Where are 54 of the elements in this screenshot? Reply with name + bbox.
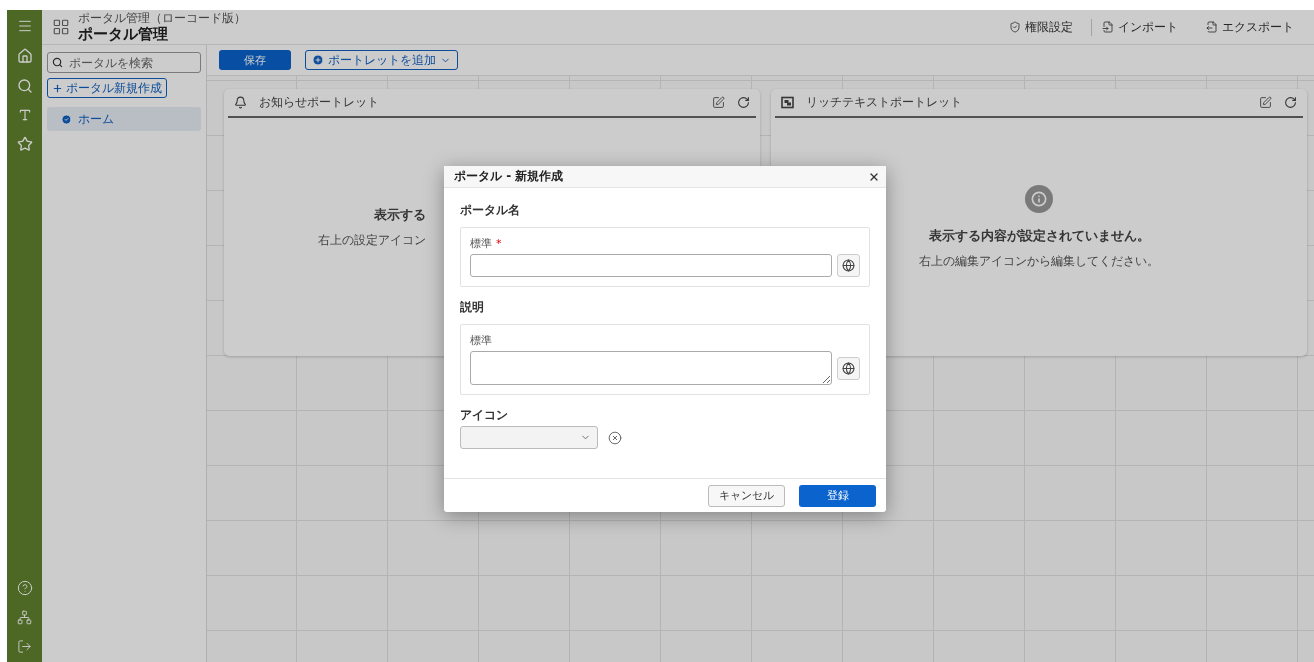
search-icon — [52, 57, 63, 68]
globe-icon — [842, 259, 855, 272]
shield-check-icon — [1009, 21, 1021, 33]
translate-button[interactable] — [837, 356, 860, 380]
input-field[interactable] — [470, 254, 832, 277]
section-label: アイコン — [460, 407, 509, 424]
app-subtitle: ポータル管理（ローコード版） — [78, 11, 247, 25]
info-glyph-icon — [1031, 190, 1047, 207]
header-action-link[interactable]: 権限設定 — [999, 18, 1083, 36]
logout-icon[interactable] — [17, 639, 32, 654]
help-icon[interactable] — [16, 580, 33, 596]
text-area[interactable] — [470, 351, 832, 385]
new-portal-button[interactable]: ポータル新規作成 — [47, 78, 167, 98]
refresh-icon[interactable] — [737, 96, 750, 109]
home-icon[interactable] — [16, 48, 33, 64]
empty-message: 表示する内容が設定されていません。 — [928, 226, 1150, 245]
empty-hint: 右上の設定アイコン — [318, 231, 426, 249]
header-action-link[interactable]: インポート — [1091, 18, 1188, 36]
add-portlet-button[interactable]: ポートレットを追加 — [305, 50, 458, 70]
check-circle-icon — [61, 113, 72, 125]
edit-icon[interactable] — [712, 96, 725, 109]
file-import-icon — [1102, 21, 1114, 33]
header-action-link[interactable]: エクスポート — [1196, 18, 1304, 36]
portlet-title: お知らせポートレット — [259, 94, 380, 111]
section-label: 説明 — [460, 299, 485, 316]
empty-message: 表示する — [374, 205, 426, 224]
plus-icon — [52, 82, 63, 94]
field-label: 標準 * — [470, 236, 503, 251]
globe-icon — [842, 361, 855, 375]
search-icon[interactable] — [16, 78, 33, 94]
cancel-button[interactable]: キャンセル — [708, 484, 785, 507]
plus-circle-icon — [312, 54, 324, 66]
file-export-icon — [1206, 21, 1218, 33]
section-label: ポータル名 — [460, 202, 521, 219]
edit-icon[interactable] — [1259, 96, 1272, 109]
font-icon[interactable] — [17, 108, 32, 122]
dialog-title: ポータル - 新規作成 — [454, 168, 564, 185]
clear-icon[interactable] — [608, 430, 622, 445]
menu-icon[interactable] — [16, 18, 33, 34]
sidebar-item[interactable]: ホーム — [47, 107, 201, 131]
save-button[interactable]: 保存 — [219, 50, 291, 70]
refresh-icon[interactable] — [1284, 96, 1297, 109]
image-frame-icon — [781, 96, 794, 109]
grid-icon — [52, 18, 70, 36]
empty-hint: 右上の編集アイコンから編集してください。 — [919, 252, 1159, 270]
portlet-title: リッチテキストポートレット — [806, 94, 963, 111]
star-icon[interactable] — [16, 136, 33, 152]
page-title: ポータル管理 — [78, 25, 169, 43]
bell-icon — [234, 96, 247, 109]
translate-button[interactable] — [837, 254, 860, 277]
sitemap-icon[interactable] — [17, 610, 32, 625]
field-label: 標準 — [470, 333, 493, 348]
search-field[interactable]: ポータルを検索 — [47, 52, 201, 73]
submit-button[interactable]: 登録 — [799, 484, 876, 507]
